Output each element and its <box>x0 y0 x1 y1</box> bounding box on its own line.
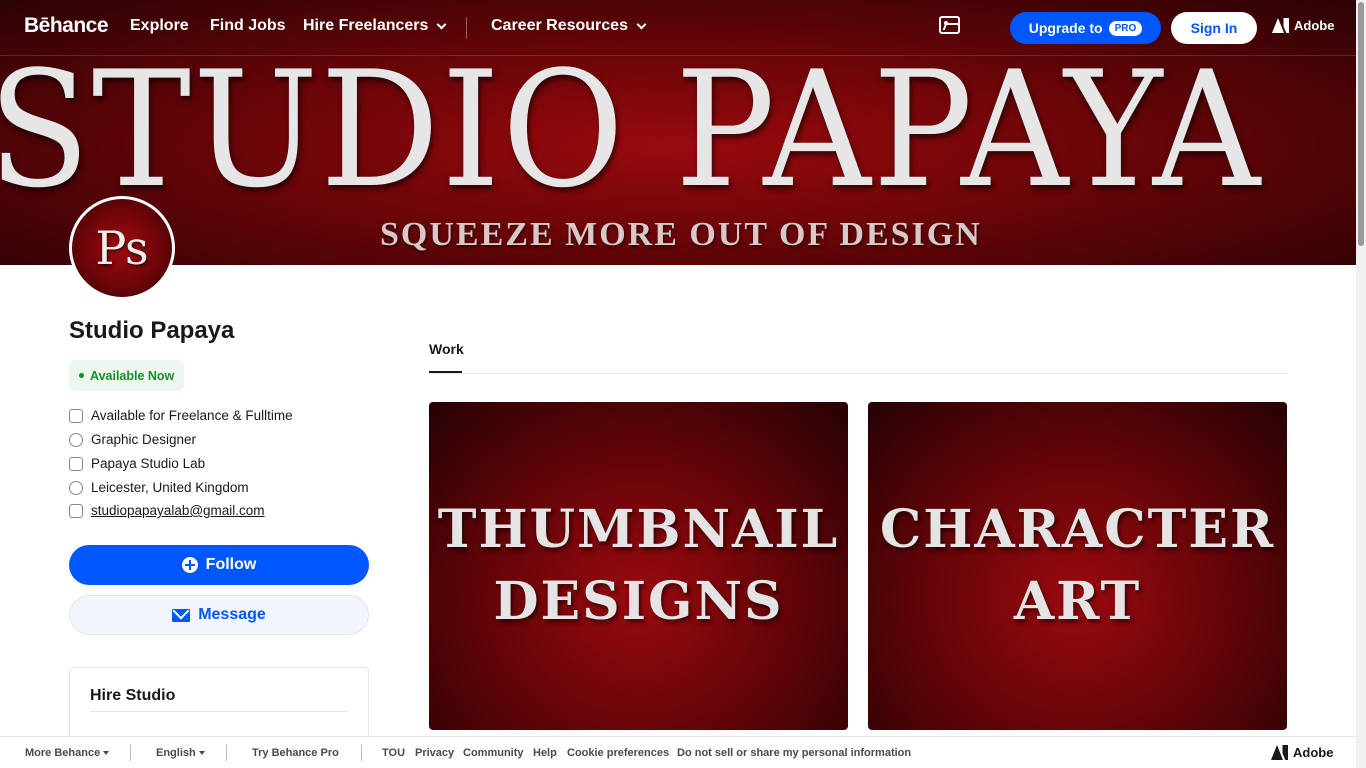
building-icon <box>69 408 83 423</box>
info-availability-text: Available for Freelance & Fulltime <box>91 408 293 423</box>
hire-card-divider <box>90 711 348 712</box>
info-email[interactable]: studiopapayalab@gmail.com <box>69 503 265 518</box>
footer-try-pro[interactable]: Try Behance Pro <box>252 747 339 759</box>
footer-link-help[interactable]: Help <box>533 747 557 759</box>
info-location-text: Leicester, United Kingdom <box>91 480 249 495</box>
adobe-link[interactable]: Adobe <box>1272 18 1334 33</box>
avatar-monogram: Ps <box>95 221 149 275</box>
footer-more-label: More Behance <box>25 747 101 759</box>
info-company-text: Papaya Studio Lab <box>91 456 206 471</box>
info-occupation-text: Graphic Designer <box>91 432 197 447</box>
project-card-thumbnail-designs[interactable]: THUMBNAIL DESIGNS <box>429 402 848 730</box>
behance-logo[interactable]: Bēhance <box>24 14 109 38</box>
nav-find-jobs-label: Find Jobs <box>210 17 286 34</box>
footer-language[interactable]: English <box>156 747 205 759</box>
project-title-line: CHARACTER <box>879 499 1276 560</box>
project-title-line: THUMBNAIL <box>437 499 840 560</box>
external-link-icon <box>69 503 83 518</box>
sign-in-button[interactable]: Sign In <box>1171 12 1257 44</box>
banner-tagline: SQUEEZE MORE OUT OF DESIGN <box>380 216 982 253</box>
top-nav: Bēhance Explore Find Jobs Hire Freelance… <box>0 0 1356 56</box>
nav-divider <box>466 17 467 39</box>
adobe-logo-icon <box>1272 18 1289 33</box>
nav-explore[interactable]: Explore <box>130 17 189 35</box>
footer-adobe-label: Adobe <box>1293 745 1334 760</box>
caret-down-icon <box>103 751 110 756</box>
footer-more-behance[interactable]: More Behance <box>25 747 110 759</box>
project-title-line: ART <box>1013 571 1142 632</box>
email-link[interactable]: studiopapayalab@gmail.com <box>91 503 265 518</box>
footer-link-cookie-preferences[interactable]: Cookie preferences <box>567 747 669 759</box>
nav-career-resources[interactable]: Career Resources <box>491 17 647 35</box>
footer-link-tou[interactable]: TOU <box>382 747 405 759</box>
hire-card-title: Hire Studio <box>90 687 176 704</box>
adobe-label: Adobe <box>1294 18 1335 33</box>
chevron-down-icon <box>636 19 647 29</box>
globe-icon <box>69 480 83 495</box>
tabs-divider <box>429 373 1287 374</box>
nav-find-jobs[interactable]: Find Jobs <box>210 17 286 35</box>
message-button[interactable]: Message <box>69 595 369 635</box>
nav-explore-label: Explore <box>130 17 189 34</box>
info-occupation: Graphic Designer <box>69 432 196 447</box>
status-dot-icon <box>79 373 84 378</box>
follow-label: Follow <box>205 556 257 573</box>
banner-title: STUDIO PAPAYA <box>0 36 1263 223</box>
footer-link-privacy[interactable]: Privacy <box>415 747 454 759</box>
mail-icon <box>172 608 191 622</box>
scrollbar[interactable] <box>1356 0 1366 768</box>
follow-button[interactable]: Follow <box>69 545 369 585</box>
tab-work[interactable]: Work <box>429 341 464 357</box>
nav-hire-freelancers[interactable]: Hire Freelancers <box>303 17 447 35</box>
chevron-down-icon <box>436 19 447 29</box>
info-location: Leicester, United Kingdom <box>69 480 249 495</box>
info-availability: Available for Freelance & Fulltime <box>69 408 293 423</box>
nav-hire-freelancers-label: Hire Freelancers <box>303 17 429 34</box>
footer-language-label: English <box>156 747 196 759</box>
upgrade-label: Upgrade to <box>1028 20 1103 36</box>
scrollbar-thumb[interactable] <box>1358 2 1364 246</box>
footer-link-community[interactable]: Community <box>463 747 524 759</box>
caret-down-icon <box>198 751 205 756</box>
footer-link-do-not-sell[interactable]: Do not sell or share my personal informa… <box>677 747 911 759</box>
project-title-line: DESIGNS <box>493 571 784 632</box>
profile-name: Studio Papaya <box>69 317 235 344</box>
upgrade-pro-button[interactable]: Upgrade to PRO <box>1010 12 1161 44</box>
footer: More Behance English Try Behance Pro TOU… <box>0 736 1356 768</box>
pro-badge: PRO <box>1108 20 1143 36</box>
message-label: Message <box>198 606 266 623</box>
project-card-character-art[interactable]: CHARACTER ART <box>868 402 1287 730</box>
footer-divider <box>226 745 227 761</box>
plus-circle-icon <box>181 557 198 573</box>
clock-icon <box>69 432 83 447</box>
info-company: Papaya Studio Lab <box>69 456 205 471</box>
footer-divider <box>361 745 362 761</box>
footer-divider <box>130 745 131 761</box>
adobe-logo-icon <box>1271 745 1288 760</box>
briefcase-icon <box>69 456 83 471</box>
availability-label: Available Now <box>90 368 175 383</box>
image-search-icon[interactable] <box>939 16 960 34</box>
nav-career-resources-label: Career Resources <box>491 17 628 34</box>
availability-badge: Available Now <box>69 360 184 391</box>
avatar: Ps <box>69 196 175 300</box>
hire-card: Hire Studio <box>69 667 369 747</box>
footer-adobe-link[interactable]: Adobe <box>1271 745 1333 760</box>
